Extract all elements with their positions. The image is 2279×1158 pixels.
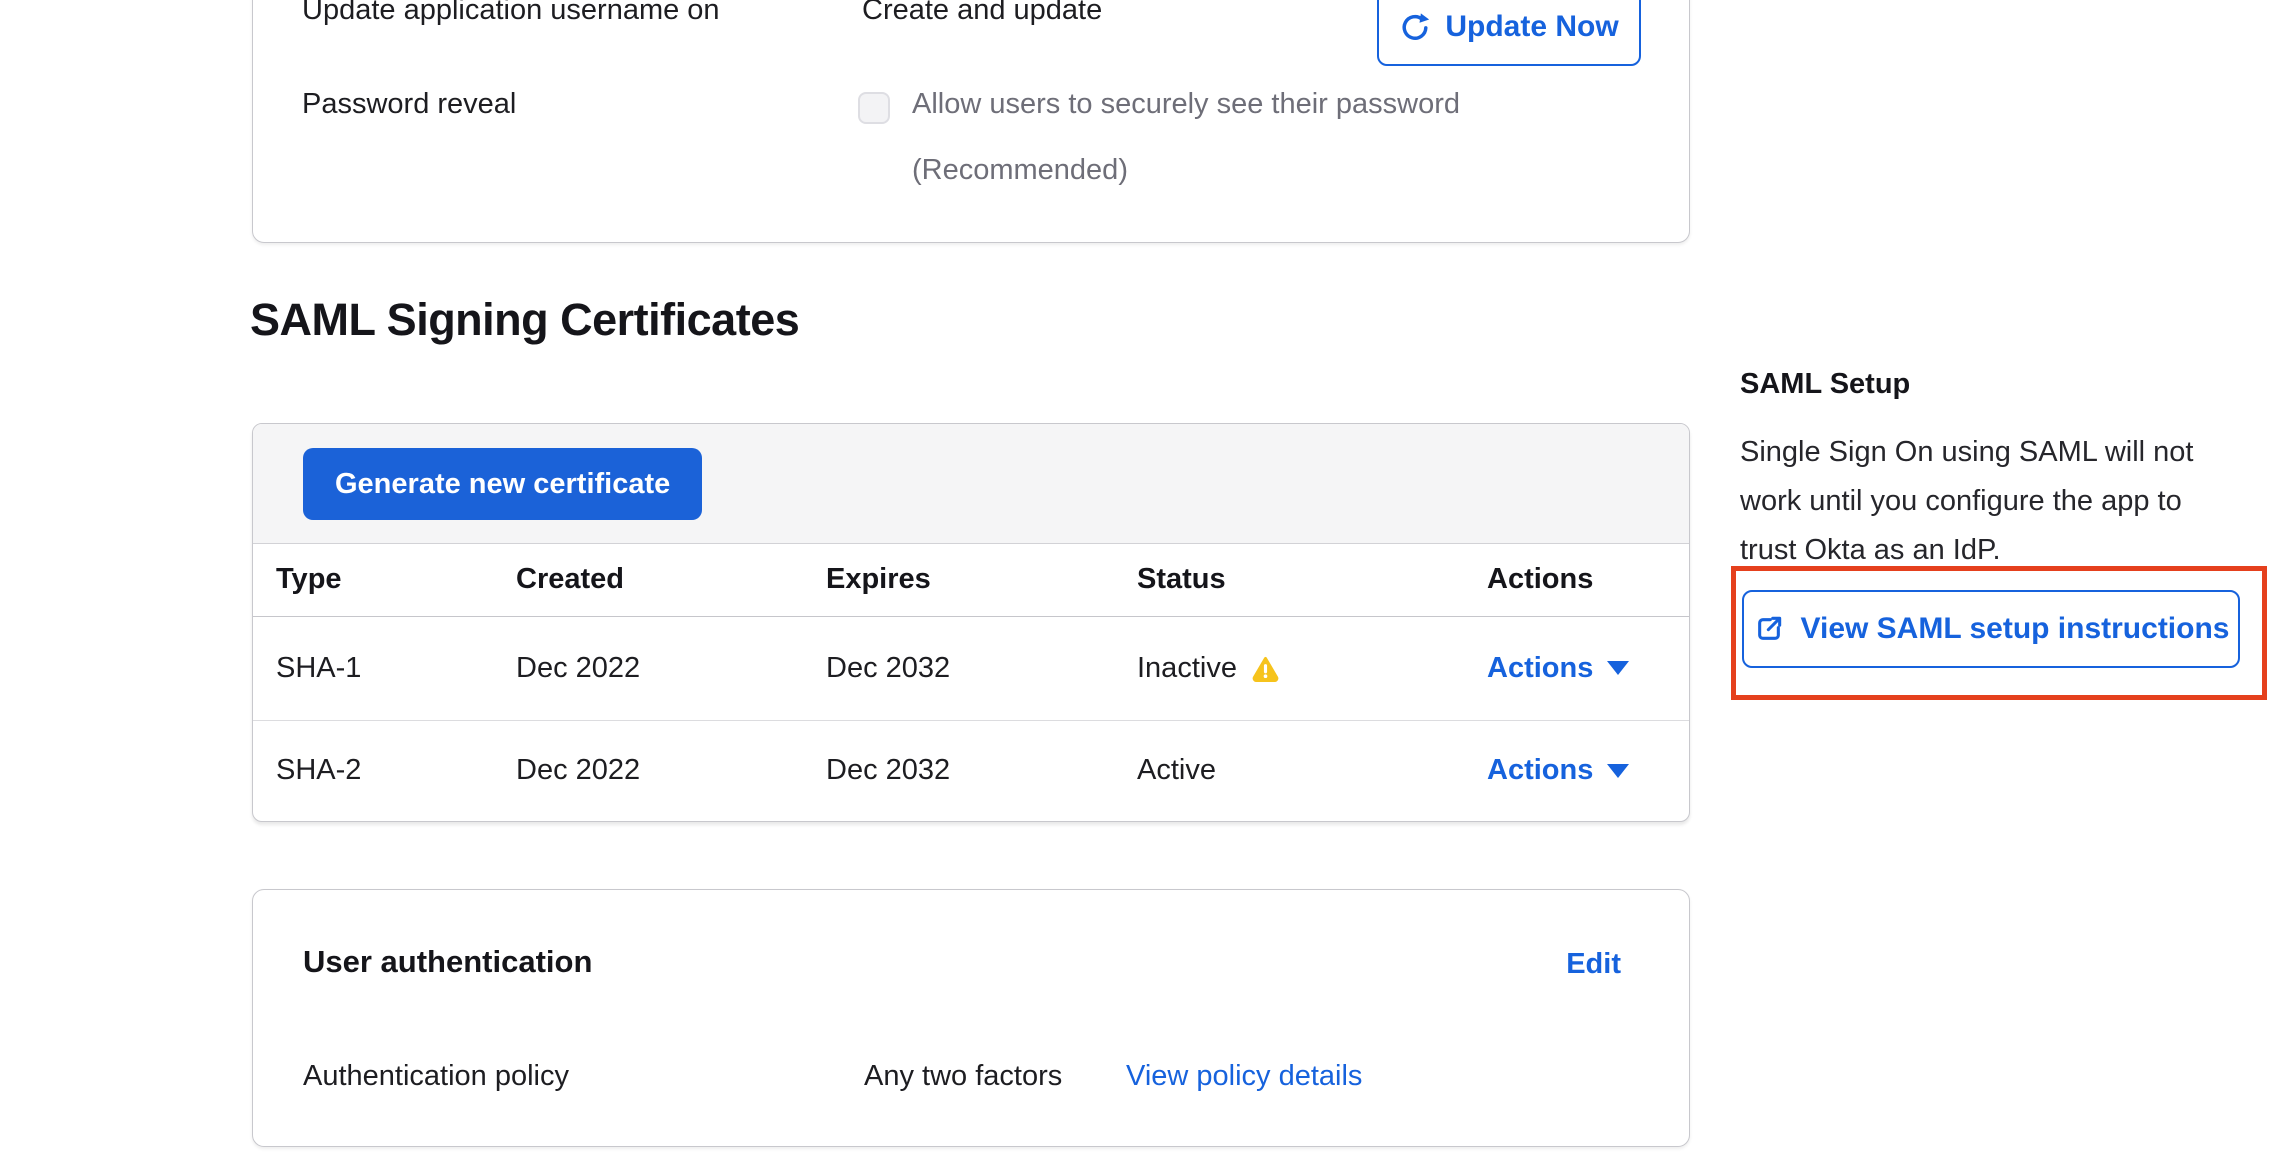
actions-label: Actions [1487, 652, 1593, 685]
cert-created-cell: Dec 2022 [493, 720, 803, 821]
refresh-icon [1399, 11, 1431, 43]
user-auth-panel: User authentication Edit Authentication … [252, 889, 1690, 1147]
update-now-label: Update Now [1445, 10, 1618, 44]
status-text: Active [1137, 754, 1216, 787]
view-saml-setup-label: View SAML setup instructions [1801, 612, 2230, 646]
actions-dropdown[interactable]: Actions [1487, 652, 1629, 685]
app-settings-page: Update application username on Create an… [0, 0, 2279, 1158]
certificate-row: SHA-1 Dec 2022 Dec 2032 Inactive [253, 616, 1689, 720]
caret-down-icon [1607, 764, 1629, 778]
column-header-created: Created [493, 544, 803, 616]
certificate-row: SHA-2 Dec 2022 Dec 2032 Active Actions [253, 720, 1689, 821]
checkbox-label: Allow users to securely see their passwo… [912, 88, 1460, 121]
actions-label: Actions [1487, 754, 1593, 787]
caret-down-icon [1607, 661, 1629, 675]
certificates-table: Type Created Expires Status Actions SHA-… [253, 544, 1689, 821]
external-link-icon [1753, 613, 1785, 645]
auth-policy-label: Authentication policy [303, 1060, 569, 1093]
column-header-actions: Actions [1464, 544, 1689, 616]
cert-status-cell: Inactive [1114, 616, 1464, 720]
password-reveal-checkbox[interactable] [858, 92, 890, 124]
page-title: SAML Signing Certificates [250, 294, 799, 346]
saml-setup-description: Single Sign On using SAML will not work … [1740, 428, 2245, 575]
generate-certificate-button[interactable]: Generate new certificate [303, 448, 702, 520]
auth-policy-value: Any two factors [864, 1060, 1062, 1093]
setting-label: Password reveal [302, 88, 516, 121]
setting-label: Update application username on [302, 0, 720, 27]
actions-dropdown[interactable]: Actions [1487, 754, 1629, 787]
certificates-toolbar: Generate new certificate [253, 424, 1689, 544]
cert-expires-cell: Dec 2032 [803, 720, 1114, 821]
cert-type-cell: SHA-2 [253, 720, 493, 821]
column-header-status: Status [1114, 544, 1464, 616]
column-header-expires: Expires [803, 544, 1114, 616]
column-header-type: Type [253, 544, 493, 616]
update-now-button[interactable]: Update Now [1377, 0, 1641, 66]
view-saml-setup-button[interactable]: View SAML setup instructions [1742, 590, 2240, 668]
cert-type-cell: SHA-1 [253, 616, 493, 720]
cert-created-cell: Dec 2022 [493, 616, 803, 720]
cert-expires-cell: Dec 2032 [803, 616, 1114, 720]
saml-setup-heading: SAML Setup [1740, 368, 1910, 401]
recommended-label: (Recommended) [912, 154, 1128, 187]
certificates-panel: Generate new certificate Type Created Ex… [252, 423, 1690, 822]
cert-status-cell: Active [1114, 720, 1464, 821]
edit-link[interactable]: Edit [1566, 948, 1621, 981]
setting-value: Create and update [862, 0, 1102, 27]
status-text: Inactive [1137, 652, 1237, 685]
user-auth-heading: User authentication [303, 944, 592, 980]
view-policy-details-link[interactable]: View policy details [1126, 1060, 1362, 1093]
warning-icon [1251, 655, 1280, 682]
table-header-row: Type Created Expires Status Actions [253, 544, 1689, 616]
